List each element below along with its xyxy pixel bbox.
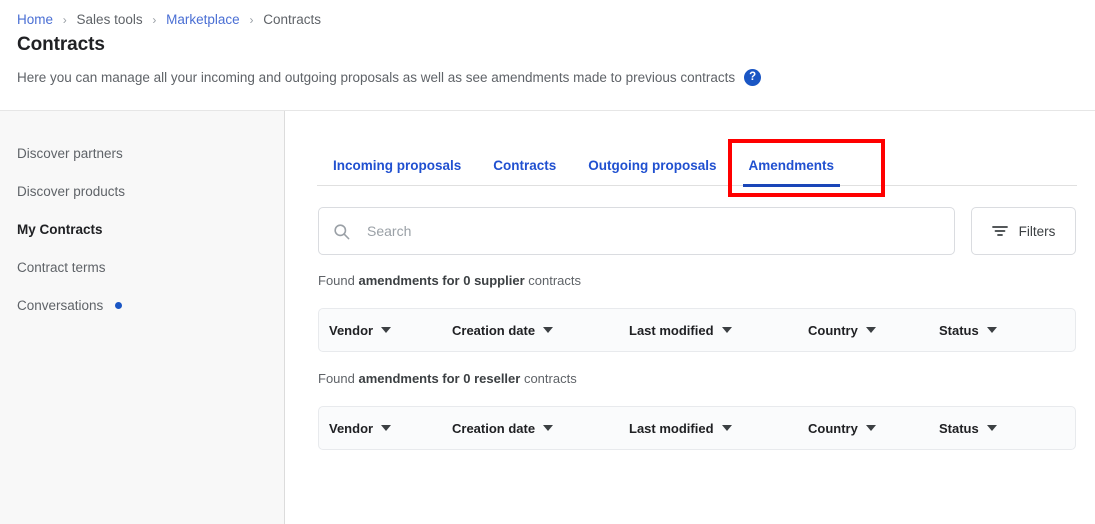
tab-label: Incoming proposals xyxy=(333,158,462,173)
chevron-down-icon xyxy=(865,327,876,333)
sidebar-item-label: Discover products xyxy=(17,184,126,199)
chevron-down-icon xyxy=(721,425,732,431)
column-header-label: Last modified xyxy=(629,420,714,436)
result-prefix: Found xyxy=(318,273,359,288)
supplier-amendments-table-header: Vendor Creation date Last modified Count… xyxy=(318,308,1076,352)
column-header-label: Country xyxy=(808,420,858,436)
chevron-down-icon xyxy=(986,327,997,333)
breadcrumb: Home › Sales tools › Marketplace › Contr… xyxy=(17,11,321,29)
sidebar: Discover partners Discover products My C… xyxy=(0,111,285,524)
breadcrumb-item-marketplace[interactable]: Marketplace xyxy=(166,12,240,27)
result-suffix: contracts xyxy=(520,371,577,386)
column-header-last-modified[interactable]: Last modified xyxy=(629,421,808,436)
page-header: Home › Sales tools › Marketplace › Contr… xyxy=(0,0,1095,111)
result-prefix: Found xyxy=(318,371,359,386)
tab-incoming-proposals[interactable]: Incoming proposals xyxy=(317,151,477,186)
filters-button[interactable]: Filters xyxy=(971,207,1076,255)
sidebar-item-label: My Contracts xyxy=(17,222,103,237)
sidebar-item-discover-partners[interactable]: Discover partners xyxy=(0,135,284,173)
help-circle-icon[interactable]: ? xyxy=(744,69,762,86)
column-header-label: Status xyxy=(939,322,979,338)
page-description: Here you can manage all your incoming an… xyxy=(17,69,762,86)
tab-bar: Incoming proposals Contracts Outgoing pr… xyxy=(317,151,1077,187)
chevron-down-icon xyxy=(543,327,554,333)
breadcrumb-item-contracts: Contracts xyxy=(263,12,321,27)
result-strong: amendments for 0 reseller xyxy=(358,371,521,386)
page-title: Contracts xyxy=(17,34,105,55)
column-header-creation-date[interactable]: Creation date xyxy=(452,323,629,338)
result-strong: amendments for 0 supplier xyxy=(358,273,525,288)
chevron-down-icon xyxy=(381,327,392,333)
tab-label: Contracts xyxy=(493,158,557,173)
tab-outgoing-proposals[interactable]: Outgoing proposals xyxy=(572,151,732,186)
column-header-last-modified[interactable]: Last modified xyxy=(629,323,808,338)
supplier-result-summary: Found amendments for 0 supplier contract… xyxy=(318,273,581,288)
reseller-result-summary: Found amendments for 0 reseller contract… xyxy=(318,371,577,386)
tab-contracts[interactable]: Contracts xyxy=(477,151,572,186)
sidebar-item-label: Contract terms xyxy=(17,260,106,275)
column-header-label: Creation date xyxy=(452,420,536,436)
result-suffix: contracts xyxy=(524,273,581,288)
sidebar-item-label: Conversations xyxy=(17,298,104,313)
tab-label: Outgoing proposals xyxy=(588,158,717,173)
column-header-country[interactable]: Country xyxy=(808,323,939,338)
sidebar-item-label: Discover partners xyxy=(17,146,123,161)
column-header-vendor[interactable]: Vendor xyxy=(329,421,452,436)
tab-label: Amendments xyxy=(748,158,835,173)
column-header-vendor[interactable]: Vendor xyxy=(329,323,452,338)
sidebar-item-contract-terms[interactable]: Contract terms xyxy=(0,249,284,287)
column-header-label: Vendor xyxy=(329,322,374,338)
column-header-status[interactable]: Status xyxy=(939,323,997,338)
column-header-label: Vendor xyxy=(329,420,374,436)
column-header-label: Country xyxy=(808,322,858,338)
chevron-down-icon xyxy=(986,425,997,431)
sidebar-item-my-contracts[interactable]: My Contracts xyxy=(0,211,284,249)
search-toolbar: Filters xyxy=(318,207,1076,255)
column-header-country[interactable]: Country xyxy=(808,421,939,436)
column-header-label: Status xyxy=(939,420,979,436)
sidebar-item-conversations[interactable]: Conversations xyxy=(0,287,284,325)
sidebar-item-discover-products[interactable]: Discover products xyxy=(0,173,284,211)
filters-button-label: Filters xyxy=(1018,223,1056,239)
chevron-down-icon xyxy=(381,425,392,431)
breadcrumb-separator-icon: › xyxy=(249,13,254,27)
reseller-amendments-table-header: Vendor Creation date Last modified Count… xyxy=(318,406,1076,450)
breadcrumb-item-home[interactable]: Home xyxy=(17,12,53,27)
notification-dot-icon xyxy=(115,301,123,309)
column-header-label: Creation date xyxy=(452,322,536,338)
breadcrumb-separator-icon: › xyxy=(62,13,67,27)
column-header-creation-date[interactable]: Creation date xyxy=(452,421,629,436)
search-icon xyxy=(332,222,351,241)
breadcrumb-separator-icon: › xyxy=(152,13,157,27)
search-box[interactable] xyxy=(318,207,955,255)
chevron-down-icon xyxy=(543,425,554,431)
breadcrumb-item-sales-tools[interactable]: Sales tools xyxy=(77,12,143,27)
search-input[interactable] xyxy=(365,222,954,240)
chevron-down-icon xyxy=(865,425,876,431)
chevron-down-icon xyxy=(721,327,732,333)
page-description-text: Here you can manage all your incoming an… xyxy=(17,70,736,85)
column-header-label: Last modified xyxy=(629,322,714,338)
column-header-status[interactable]: Status xyxy=(939,421,997,436)
filter-icon xyxy=(991,224,1008,238)
tab-amendments[interactable]: Amendments xyxy=(733,151,851,187)
